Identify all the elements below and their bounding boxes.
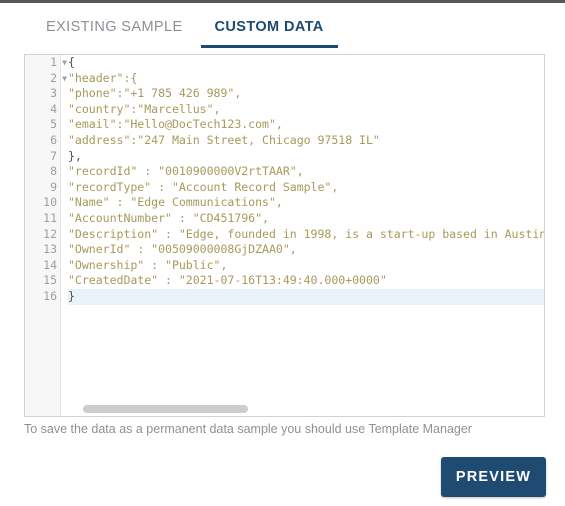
- code-line[interactable]: "recordType" : "Account Record Sample",: [68, 180, 544, 196]
- line-number: 7: [50, 148, 57, 163]
- line-number: 11: [43, 210, 57, 225]
- line-number-gutter: 1 ▼ 2 ▼ 3 4 5 6 7 8 9 10 11 12 13 14 15 16: [25, 55, 67, 416]
- line-number: 8: [50, 164, 57, 179]
- json-code-editor[interactable]: 1 ▼ 2 ▼ 3 4 5 6 7 8 9 10 11 12 13 14 15 16 {"header":{"ph…: [24, 54, 545, 417]
- line-number: 12: [43, 226, 57, 241]
- preview-button[interactable]: PREVIEW: [441, 457, 546, 497]
- line-number: 1 ▼: [50, 55, 67, 69]
- code-line[interactable]: "recordId" : "0010900000V2rtTAAR",: [68, 164, 544, 180]
- line-number: 2 ▼: [50, 70, 67, 85]
- code-line[interactable]: "phone":"+1 785 426 989",: [68, 86, 544, 102]
- fold-arrow-icon[interactable]: ▼: [62, 55, 67, 71]
- tab-bar: EXISTING SAMPLE CUSTOM DATA: [0, 6, 565, 48]
- editor-horizontal-scrollbar[interactable]: [61, 403, 543, 414]
- fold-arrow-icon[interactable]: ▼: [62, 71, 67, 87]
- code-line[interactable]: "Name" : "Edge Communications",: [68, 195, 544, 211]
- line-number: 6: [50, 132, 57, 147]
- line-number: 9: [50, 179, 57, 194]
- code-line[interactable]: "address":"247 Main Street, Chicago 9751…: [68, 133, 544, 149]
- code-line[interactable]: "email":"Hello@DocTech123.com",: [68, 117, 544, 133]
- line-number: 10: [43, 195, 57, 210]
- tab-existing-sample-label: EXISTING SAMPLE: [46, 19, 183, 35]
- line-number: 5: [50, 117, 57, 132]
- tab-existing-sample[interactable]: EXISTING SAMPLE: [30, 6, 199, 48]
- code-line[interactable]: {: [68, 55, 544, 71]
- line-number: 13: [43, 242, 57, 257]
- code-line[interactable]: "AccountNumber" : "CD451796",: [68, 211, 544, 227]
- code-line[interactable]: "Description" : "Edge, founded in 1998, …: [68, 227, 544, 243]
- line-number: 3: [50, 86, 57, 101]
- line-number: 16: [43, 288, 57, 303]
- line-number: 4: [50, 101, 57, 116]
- editor-horizontal-scrollbar-thumb[interactable]: [83, 405, 248, 413]
- line-number: 15: [43, 273, 57, 288]
- code-line[interactable]: "header":{: [68, 71, 544, 87]
- save-hint-text: To save the data as a permanent data sam…: [24, 422, 472, 436]
- code-line[interactable]: }: [68, 288, 544, 305]
- tab-custom-data[interactable]: CUSTOM DATA: [199, 6, 340, 48]
- code-line[interactable]: "OwnerId" : "00509000008GjDZAA0",: [68, 242, 544, 258]
- code-line[interactable]: "country":"Marcellus",: [68, 102, 544, 118]
- tab-custom-data-label: CUSTOM DATA: [214, 19, 324, 35]
- code-line[interactable]: "CreatedDate" : "2021-07-16T13:49:40.000…: [68, 273, 544, 289]
- code-line[interactable]: "Ownership" : "Public",: [68, 258, 544, 274]
- custom-data-panel: EXISTING SAMPLE CUSTOM DATA 1 ▼ 2 ▼ 3 4 5 6 7 8 9 1…: [0, 0, 565, 506]
- code-content[interactable]: {"header":{"phone":"+1 785 426 989", "cou…: [68, 55, 544, 416]
- line-number: 14: [43, 257, 57, 272]
- code-line[interactable]: },: [68, 149, 544, 165]
